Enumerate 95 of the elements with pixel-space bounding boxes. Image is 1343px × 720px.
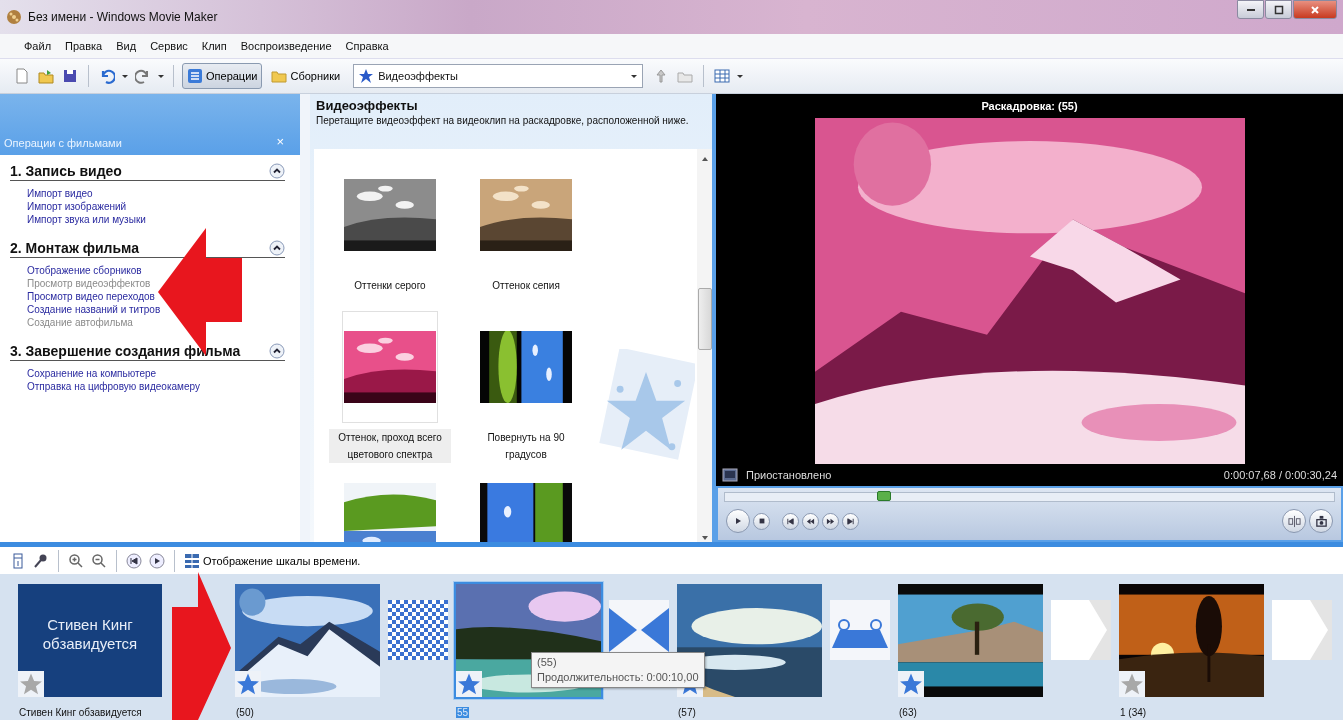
- caret-icon[interactable]: [736, 72, 745, 80]
- effect-label: Оттенок, проход всего цветового спектра: [329, 429, 451, 463]
- folder-icon: [271, 68, 288, 84]
- next-icon: [846, 516, 855, 526]
- minimize-icon: [1246, 8, 1255, 11]
- collapse-icon[interactable]: [269, 343, 285, 359]
- timeline-view-button[interactable]: Отображение шкалы времени.: [182, 552, 363, 569]
- redo-icon[interactable]: [135, 68, 151, 84]
- previous-icon: [786, 516, 795, 526]
- save-icon[interactable]: [62, 68, 78, 84]
- monitor-icon[interactable]: [722, 467, 738, 483]
- next-button[interactable]: [842, 512, 859, 530]
- task-link[interactable]: Отправка на цифровую видеокамеру: [27, 380, 200, 393]
- operations-button[interactable]: Операции: [182, 63, 263, 89]
- stop-icon: [757, 517, 766, 525]
- rewind-icon[interactable]: [126, 552, 142, 569]
- open-folder-icon[interactable]: [38, 68, 54, 84]
- menu-item[interactable]: Клип: [195, 38, 233, 54]
- camera-icon: [1314, 514, 1328, 528]
- task-link[interactable]: Импорт видео: [27, 187, 93, 200]
- menu-item[interactable]: Вид: [110, 38, 143, 54]
- microphone-icon[interactable]: [33, 552, 49, 569]
- view-grid-icon[interactable]: [714, 68, 731, 84]
- timeline-icon: [184, 552, 200, 569]
- checker-transition-icon[interactable]: [388, 600, 448, 660]
- undo-icon[interactable]: [99, 68, 115, 84]
- section-title: 1. Запись видео: [10, 163, 122, 179]
- minimize-button[interactable]: [1237, 0, 1264, 19]
- menu-item[interactable]: Сервис: [144, 38, 194, 54]
- list-icon: [187, 68, 203, 84]
- menu-item[interactable]: Правка: [59, 38, 109, 54]
- task-link[interactable]: Отображение сборников: [27, 264, 142, 277]
- menu-item[interactable]: Справка: [339, 38, 395, 54]
- scroll-up-icon[interactable]: [700, 155, 709, 163]
- split-icon: [1287, 514, 1301, 528]
- clip-caption: 1 (34): [1119, 707, 1148, 718]
- task-link[interactable]: Сохранение на компьютере: [27, 367, 157, 380]
- caret-icon[interactable]: [157, 72, 165, 80]
- rewind-icon: [806, 516, 815, 526]
- collapse-icon[interactable]: [269, 163, 285, 179]
- playback-status: Приостановлено: [746, 469, 832, 481]
- scroll-thumb[interactable]: [697, 288, 712, 350]
- effect-label: Оттенок сепия: [491, 279, 561, 293]
- menu-item[interactable]: Файл: [18, 38, 58, 54]
- title-clip[interactable]: Стивен Кинг обзавидуется: [18, 584, 162, 697]
- forward-icon: [826, 516, 835, 526]
- task-link[interactable]: Импорт изображений: [27, 200, 127, 213]
- tooltip-title: (55): [537, 655, 558, 670]
- preview-title: Раскадровка: (55): [980, 99, 1079, 114]
- effect-thumbnail[interactable]: [342, 311, 438, 423]
- stop-button[interactable]: [753, 512, 770, 530]
- clip-caption: (50): [235, 707, 255, 718]
- close-icon: [1310, 4, 1320, 15]
- shape-transition-icon[interactable]: [830, 600, 890, 660]
- collapse-icon[interactable]: [269, 240, 285, 256]
- rewind-button[interactable]: [802, 512, 819, 530]
- forward-button[interactable]: [822, 512, 839, 530]
- effect-label: Оттенки серого: [353, 279, 427, 293]
- pane-title: Видеоэффекты: [316, 98, 419, 113]
- narration-icon[interactable]: [10, 552, 26, 569]
- clip-caption: (63): [898, 707, 918, 718]
- maximize-button[interactable]: [1265, 0, 1292, 19]
- task-link[interactable]: Создание названий и титров: [27, 303, 161, 316]
- maximize-icon: [1273, 4, 1284, 15]
- zoom-out-icon[interactable]: [91, 552, 107, 569]
- film-reel-icon: [6, 9, 22, 25]
- seek-handle[interactable]: [877, 491, 892, 501]
- scrollbar[interactable]: [697, 149, 712, 542]
- task-link[interactable]: Просмотр видео переходов: [27, 290, 155, 303]
- play-icon: [733, 516, 743, 526]
- collection-dropdown[interactable]: Видеоэффекты: [353, 64, 644, 88]
- play-icon[interactable]: [149, 552, 165, 569]
- zoom-in-icon[interactable]: [68, 552, 84, 569]
- split-button[interactable]: [1282, 509, 1306, 533]
- clip-caption: Стивен Кинг обзавидуется: [18, 707, 143, 718]
- collections-button[interactable]: Сборники: [266, 63, 346, 89]
- previous-button[interactable]: [782, 512, 799, 530]
- menu-item[interactable]: Воспроизведение: [234, 38, 338, 54]
- play-button[interactable]: [726, 509, 750, 533]
- panel-title: Операции с фильмами: [4, 137, 123, 149]
- clip-caption: (57): [677, 707, 697, 718]
- caret-icon[interactable]: [121, 72, 129, 80]
- snapshot-button[interactable]: [1309, 509, 1333, 533]
- task-link[interactable]: Импорт звука или музыки: [27, 213, 146, 226]
- title-clip-text: Стивен Кинг обзавидуется: [41, 614, 139, 653]
- section-title: 2. Монтаж фильма: [10, 240, 139, 256]
- star-icon: [358, 68, 375, 84]
- playback-time: 0:00:07,68 / 0:00:30,24: [1223, 469, 1337, 481]
- pane-hint: Перетащите видеоэффект на видеоклип на раскадровке, расположенной ниже.: [316, 115, 690, 127]
- clip-caption: 55: [456, 707, 470, 718]
- tooltip-text: Продолжительность: 0:00:10,00: [537, 670, 699, 685]
- close-button[interactable]: [1293, 0, 1337, 19]
- caret-icon: [630, 72, 639, 80]
- effect-label: Повернуть на 90 градусов: [486, 431, 566, 462]
- window-title: Без имени - Windows Movie Maker: [28, 10, 218, 24]
